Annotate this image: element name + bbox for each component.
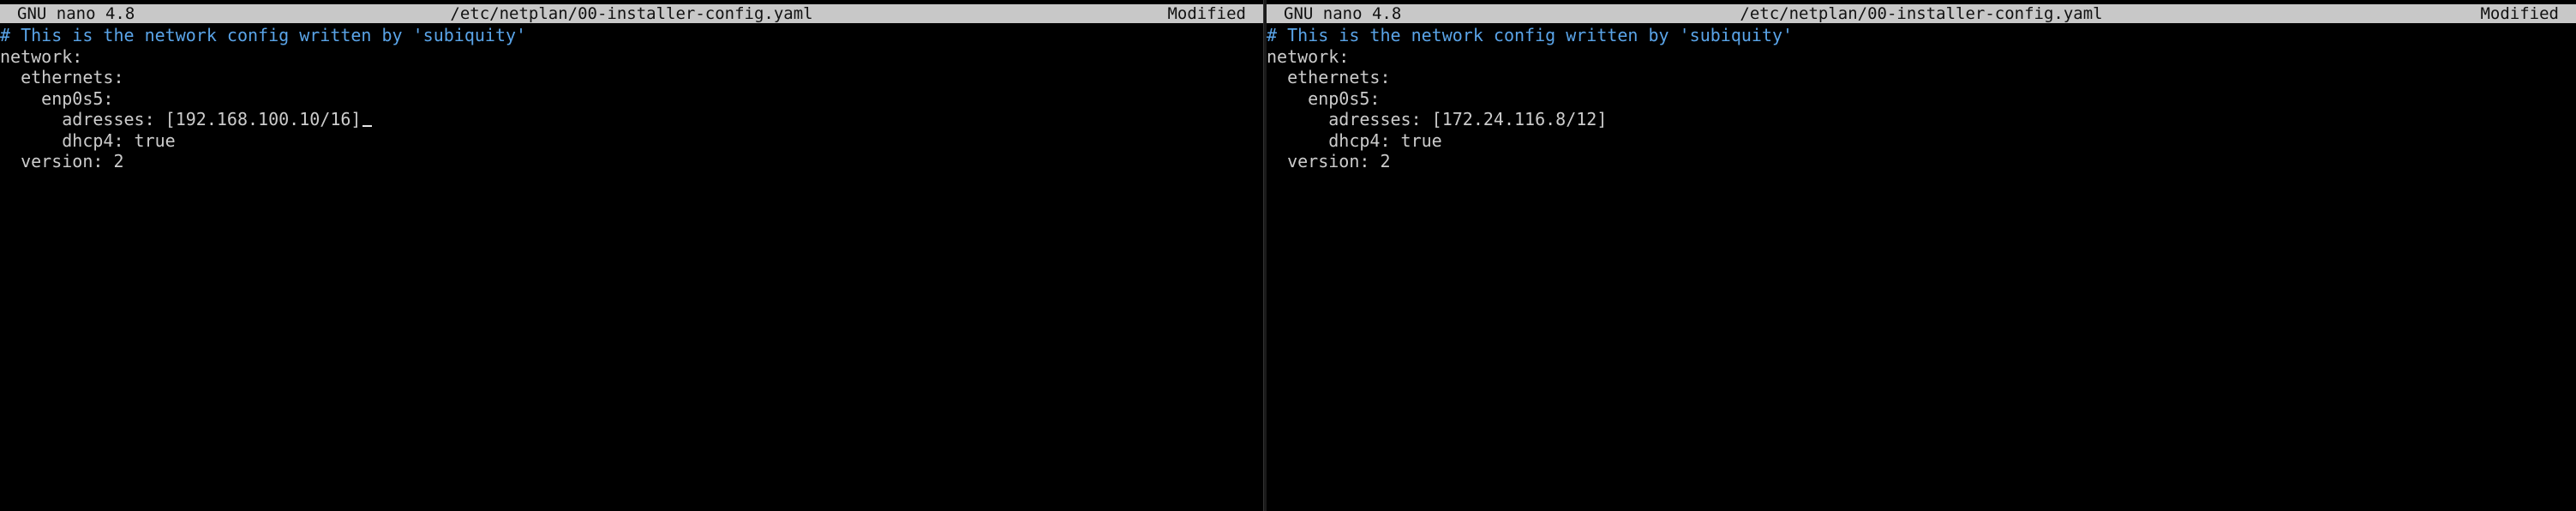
nano-editor-area[interactable]: # This is the network config written by … xyxy=(0,25,1263,511)
editor-line-addresses: adresses: [192.168.100.10/16] xyxy=(0,109,1263,130)
editor-line-comment: # This is the network config written by … xyxy=(0,25,527,45)
editor-line-addresses-text: adresses: [192.168.100.10/16] xyxy=(0,109,362,129)
nano-file-path: /etc/netplan/00-installer-config.yaml xyxy=(450,4,813,23)
editor-line-dhcp4: dhcp4: true xyxy=(0,129,176,151)
editor-line-interface: enp0s5: xyxy=(1267,87,1381,109)
editor-line-dhcp4: dhcp4: true xyxy=(1267,129,1442,151)
text-cursor xyxy=(362,125,373,127)
editor-line-network: network: xyxy=(0,45,83,67)
editor-line-version: version: 2 xyxy=(1267,151,1391,171)
nano-modified-status: Modified xyxy=(1167,4,1246,23)
right-nano-pane[interactable]: GNU nano 4.8 /etc/netplan/00-installer-c… xyxy=(1267,0,2576,511)
editor-line-interface: enp0s5: xyxy=(0,87,114,109)
editor-line-version: version: 2 xyxy=(0,151,124,171)
nano-modified-status: Modified xyxy=(2480,4,2559,23)
nano-title-bar: GNU nano 4.8 /etc/netplan/00-installer-c… xyxy=(0,4,1263,23)
left-nano-pane[interactable]: GNU nano 4.8 /etc/netplan/00-installer-c… xyxy=(0,0,1263,511)
nano-title-bar: GNU nano 4.8 /etc/netplan/00-installer-c… xyxy=(1267,4,2576,23)
editor-line-ethernets: ethernets: xyxy=(1267,67,1391,87)
editor-line-network: network: xyxy=(1267,45,1350,67)
nano-editor-area[interactable]: # This is the network config written by … xyxy=(1267,25,2576,511)
nano-file-path: /etc/netplan/00-installer-config.yaml xyxy=(1740,4,2103,23)
editor-line-comment: # This is the network config written by … xyxy=(1267,25,1794,45)
editor-line-addresses: adresses: [172.24.116.8/12] xyxy=(1267,109,1608,129)
editor-line-ethernets: ethernets: xyxy=(0,67,124,87)
